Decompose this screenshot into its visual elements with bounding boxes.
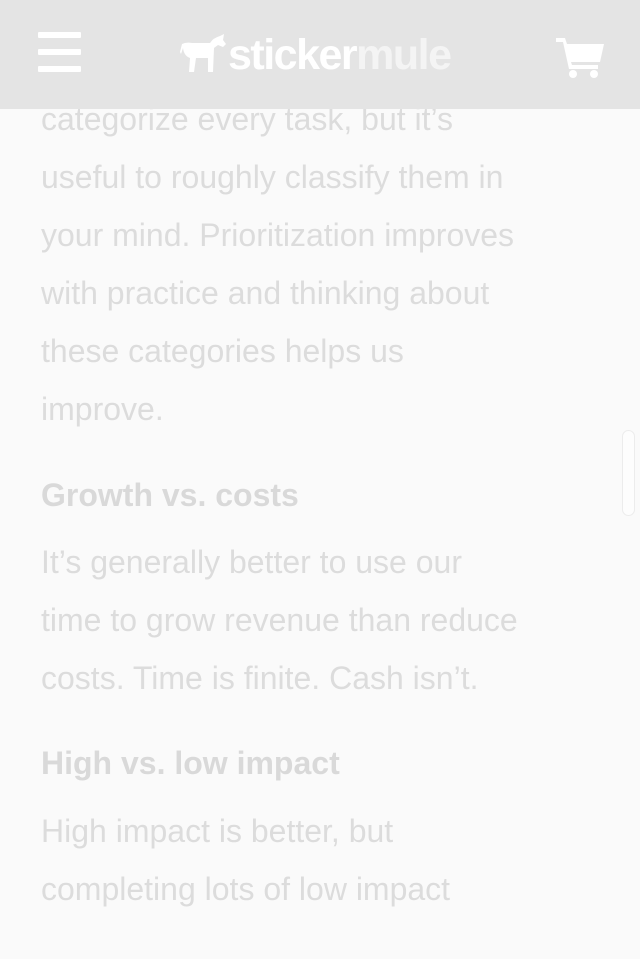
intro-paragraph: categorize every task, but it’s useful t…	[41, 90, 601, 438]
text-line: improve.	[41, 391, 164, 427]
section-heading-growth-vs-costs: Growth vs. costs	[41, 477, 299, 513]
text-line: time to grow revenue than reduce	[41, 602, 518, 638]
scrollbar-thumb[interactable]	[622, 430, 635, 516]
stickermule-logo[interactable]: stickermule	[180, 30, 452, 80]
section-heading-high-vs-low-impact: High vs. low impact	[41, 745, 340, 781]
text-line: High impact is better, but	[41, 813, 394, 849]
hamburger-menu-icon[interactable]	[38, 32, 81, 72]
text-line: useful to roughly classify them in	[41, 159, 504, 195]
text-line: completing lots of low impact	[41, 871, 451, 907]
shopping-cart-icon[interactable]	[556, 36, 604, 78]
high-vs-low-impact-paragraph: High impact is better, but completing lo…	[41, 802, 601, 918]
logo-word-mule: mule	[356, 31, 452, 79]
text-line: costs. Time is finite. Cash isn’t.	[41, 660, 479, 696]
text-line: It’s generally better to use our	[41, 544, 462, 580]
growth-vs-costs-paragraph: It’s generally better to use our time to…	[41, 533, 601, 707]
text-line: these categories helps us	[41, 333, 404, 369]
menu-bar	[38, 49, 81, 55]
page: categorize every task, but it’s useful t…	[0, 0, 640, 959]
menu-bar	[38, 66, 81, 72]
mule-logo-icon	[180, 34, 226, 72]
logo-word-sticker: sticker	[228, 31, 358, 79]
menu-bar	[38, 32, 81, 38]
article-content: categorize every task, but it’s useful t…	[41, 90, 601, 918]
logo-wordmark: stickermule	[228, 30, 452, 80]
site-header: stickermule	[0, 0, 640, 109]
text-line: with practice and thinking about	[41, 275, 490, 311]
text-line: your mind. Prioritization improves	[41, 217, 515, 253]
